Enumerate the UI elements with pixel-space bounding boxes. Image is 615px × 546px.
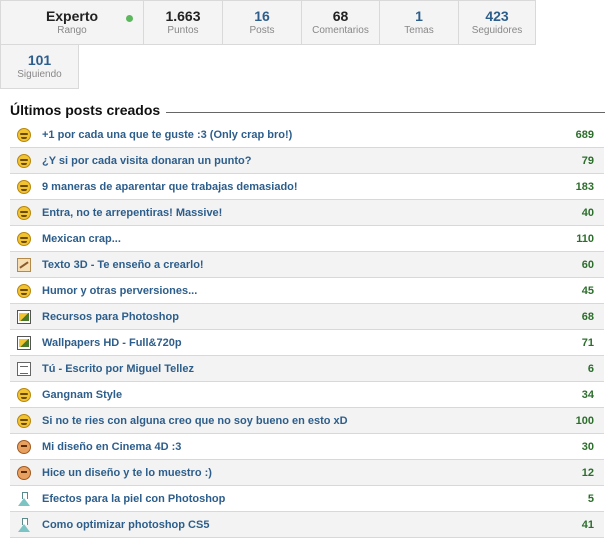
post-points: 40 xyxy=(581,206,594,219)
post-row[interactable]: 9 maneras de aparentar que trabajas dema… xyxy=(10,174,604,200)
post-title-link[interactable]: +1 por cada una que te guste :3 (Only cr… xyxy=(42,129,292,141)
post-title-link[interactable]: Entra, no te arrepentiras! Massive! xyxy=(42,207,222,219)
post-points: 79 xyxy=(581,154,594,167)
stat-rango: Experto Rango xyxy=(0,0,144,45)
post-title-link[interactable]: Hice un diseño y te lo muestro :) xyxy=(42,467,212,479)
document-icon xyxy=(17,361,31,376)
post-row[interactable]: Como optimizar photoshop CS5 41 xyxy=(10,512,604,538)
stat-value: Experto xyxy=(45,8,99,24)
stat-value: 68 xyxy=(332,8,349,24)
stat-label: Siguiendo xyxy=(17,69,62,80)
post-row[interactable]: Gangnam Style 34 xyxy=(10,382,604,408)
stat-value: 1.663 xyxy=(165,8,201,24)
post-points: 68 xyxy=(581,310,594,323)
smiley-icon xyxy=(17,413,31,428)
post-points: 41 xyxy=(581,518,594,531)
post-title-link[interactable]: Humor y otras perversiones... xyxy=(42,285,197,297)
stat-temas[interactable]: 1 Temas xyxy=(379,0,459,45)
stat-siguiendo[interactable]: 101 Siguiendo xyxy=(0,44,79,89)
post-title-link[interactable]: Mi diseño en Cinema 4D :3 xyxy=(42,441,181,453)
stat-comentarios[interactable]: 68 Comentarios xyxy=(301,0,380,45)
post-row[interactable]: Humor y otras perversiones... 45 xyxy=(10,278,604,304)
smiley-icon xyxy=(17,231,31,246)
image-icon xyxy=(17,309,31,324)
smiley-icon xyxy=(17,127,31,142)
image-icon xyxy=(17,335,31,350)
face-icon xyxy=(17,465,31,480)
stat-label: Temas xyxy=(404,25,434,36)
post-title-link[interactable]: Tú - Escrito por Miguel Tellez xyxy=(42,363,194,375)
face-icon xyxy=(17,439,31,454)
stat-posts[interactable]: 16 Posts xyxy=(222,0,302,45)
stat-label: Comentarios xyxy=(312,25,369,36)
post-title-link[interactable]: Efectos para la piel con Photoshop xyxy=(42,493,225,505)
post-points: 110 xyxy=(576,232,594,245)
post-row[interactable]: Tú - Escrito por Miguel Tellez 6 xyxy=(10,356,604,382)
post-title-link[interactable]: Como optimizar photoshop CS5 xyxy=(42,519,209,531)
smiley-icon xyxy=(17,387,31,402)
post-row[interactable]: Texto 3D - Te enseño a crearlo! 60 xyxy=(10,252,604,278)
post-points: 183 xyxy=(575,180,594,193)
post-points: 30 xyxy=(581,440,594,453)
stat-value: 1 xyxy=(415,8,423,24)
stat-puntos[interactable]: 1.663 Puntos xyxy=(143,0,223,45)
post-title-link[interactable]: Gangnam Style xyxy=(42,389,122,401)
flask-icon xyxy=(17,491,31,506)
smiley-icon xyxy=(17,179,31,194)
online-status-icon xyxy=(126,15,133,22)
post-row[interactable]: Mi diseño en Cinema 4D :3 30 xyxy=(10,434,604,460)
post-points: 45 xyxy=(581,284,594,297)
post-row[interactable]: Recursos para Photoshop 68 xyxy=(10,304,604,330)
smiley-icon xyxy=(17,283,31,298)
post-points: 100 xyxy=(575,414,594,427)
post-row[interactable]: Efectos para la piel con Photoshop 5 xyxy=(10,486,604,512)
post-points: 12 xyxy=(581,466,594,479)
post-title-link[interactable]: Si no te ries con alguna creo que no soy… xyxy=(42,415,348,427)
post-row[interactable]: Si no te ries con alguna creo que no soy… xyxy=(10,408,604,434)
post-row[interactable]: Mexican crap... 110 xyxy=(10,226,604,252)
post-title-link[interactable]: ¿Y si por cada visita donaran un punto? xyxy=(42,155,251,167)
post-points: 60 xyxy=(581,258,594,271)
smiley-icon xyxy=(17,205,31,220)
stat-label: Seguidores xyxy=(471,25,523,36)
post-title-link[interactable]: Recursos para Photoshop xyxy=(42,311,179,323)
post-points: 5 xyxy=(587,492,594,505)
stat-label: Posts xyxy=(249,25,275,36)
stat-value: 423 xyxy=(485,8,509,24)
post-row[interactable]: Wallpapers HD - Full&720p 71 xyxy=(10,330,604,356)
profile-stats-bar: Experto Rango 1.663 Puntos 16 Posts 68 C… xyxy=(0,0,615,92)
smiley-icon xyxy=(17,153,31,168)
post-row[interactable]: +1 por cada una que te guste :3 (Only cr… xyxy=(10,122,604,148)
section-title: Últimos posts creados xyxy=(10,102,167,118)
stat-seguidores[interactable]: 423 Seguidores xyxy=(458,0,536,45)
post-row[interactable]: ¿Y si por cada visita donaran un punto? 7… xyxy=(10,148,604,174)
post-title-link[interactable]: 9 maneras de aparentar que trabajas dema… xyxy=(42,181,298,193)
flask-icon xyxy=(17,517,31,532)
stat-value: 101 xyxy=(27,52,52,68)
stat-label: Puntos xyxy=(167,25,199,36)
post-points: 71 xyxy=(581,336,594,349)
post-row[interactable]: Hice un diseño y te lo muestro :) 12 xyxy=(10,460,604,486)
stat-value: 16 xyxy=(254,8,270,24)
post-title-link[interactable]: Texto 3D - Te enseño a crearlo! xyxy=(42,259,204,271)
stat-label: Rango xyxy=(57,25,87,36)
post-points: 34 xyxy=(581,388,594,401)
post-points: 689 xyxy=(575,128,594,141)
design-icon xyxy=(17,257,31,272)
post-points: 6 xyxy=(587,362,594,375)
post-title-link[interactable]: Wallpapers HD - Full&720p xyxy=(42,337,182,349)
post-title-link[interactable]: Mexican crap... xyxy=(42,233,121,245)
posts-list: +1 por cada una que te guste :3 (Only cr… xyxy=(10,122,604,538)
post-row[interactable]: Entra, no te arrepentiras! Massive! 40 xyxy=(10,200,604,226)
